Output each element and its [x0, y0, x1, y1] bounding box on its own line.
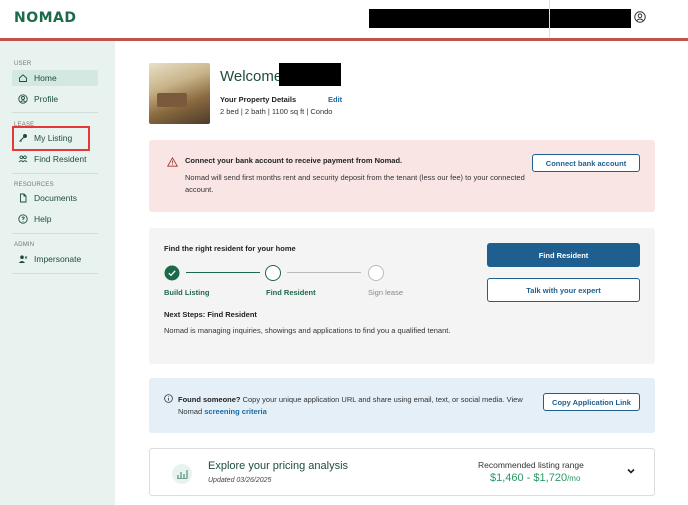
next-steps-title: Next Steps: Find Resident — [164, 310, 257, 319]
talk-with-expert-button[interactable]: Talk with your expert — [487, 278, 640, 302]
sidebar-item-label: Profile — [34, 94, 59, 104]
alert-text: Nomad will send first months rent and se… — [185, 173, 525, 194]
card-title: Find the right resident for your home — [164, 244, 296, 253]
sidebar-item-label: Documents — [34, 193, 77, 203]
sidebar-section-admin: ADMIN — [14, 242, 35, 248]
sidebar-item-documents[interactable]: Documents — [12, 190, 98, 206]
step-complete-check-icon — [164, 265, 180, 281]
sidebar-item-label: Help — [34, 214, 52, 224]
top-bar: NOMAD — [0, 0, 688, 38]
step-label-build-listing: Build Listing — [164, 288, 210, 297]
people-icon — [18, 154, 28, 164]
sidebar-item-find-resident[interactable]: Find Resident — [12, 151, 98, 167]
sidebar-item-impersonate[interactable]: Impersonate — [12, 251, 98, 267]
redacted-name — [279, 63, 341, 86]
nomad-logo[interactable]: NOMAD — [14, 10, 77, 26]
property-details-title: Your Property Details — [220, 95, 297, 104]
step-upcoming-circle — [368, 265, 384, 281]
welcome-heading: Welcome, — [220, 68, 287, 85]
sidebar-divider — [12, 112, 98, 113]
next-steps-text: Nomad is managing inquiries, showings an… — [164, 326, 451, 335]
sidebar-divider — [12, 173, 98, 174]
sidebar-item-home[interactable]: Home — [12, 70, 98, 86]
step-current-circle — [265, 265, 281, 281]
step-label-sign-lease: Sign lease — [368, 288, 404, 297]
profile-icon — [18, 94, 28, 104]
pricing-title: Explore your pricing analysis — [208, 460, 349, 472]
sidebar-item-help[interactable]: Help — [12, 211, 98, 227]
info-text: Found someone? Copy your unique applicat… — [178, 394, 523, 418]
chart-icon — [172, 464, 192, 484]
find-resident-card: Find the right resident for your home Bu… — [149, 228, 655, 364]
info-bold: Found someone? — [178, 395, 241, 404]
step-label-find-resident: Find Resident — [266, 288, 316, 297]
alert-title: Connect your bank account to receive pay… — [185, 156, 403, 165]
redacted-region — [369, 9, 631, 28]
edit-property-link[interactable]: Edit — [328, 95, 342, 104]
sidebar-divider — [12, 233, 98, 234]
user-account-icon[interactable] — [634, 11, 646, 23]
property-photo — [149, 63, 210, 124]
find-resident-button[interactable]: Find Resident — [487, 243, 640, 267]
impersonate-icon — [18, 254, 28, 264]
sidebar-item-label: Impersonate — [34, 254, 82, 264]
help-icon — [18, 214, 28, 224]
found-someone-info: Found someone? Copy your unique applicat… — [149, 378, 655, 433]
sidebar-section-resources: RESOURCES — [14, 182, 54, 188]
sidebar: USER Home Profile LEASE My Listing Find … — [0, 41, 115, 505]
highlight-box — [12, 126, 90, 151]
range-value: $1,460 - $1,720/mo — [490, 472, 580, 484]
sidebar-item-profile[interactable]: Profile — [12, 91, 98, 107]
sidebar-section-user: USER — [14, 61, 32, 67]
screening-criteria-link[interactable]: screening criteria — [204, 407, 267, 416]
step-progress-line — [186, 272, 260, 273]
warning-icon — [167, 157, 178, 167]
pricing-updated-date: Updated 03/26/2025 — [208, 477, 272, 484]
range-amount: $1,460 - $1,720 — [490, 472, 568, 484]
copy-application-link-button[interactable]: Copy Application Link — [543, 393, 640, 411]
home-icon — [18, 73, 28, 83]
info-icon — [164, 394, 173, 403]
range-label: Recommended listing range — [478, 460, 584, 470]
bank-account-alert: Connect your bank account to receive pay… — [149, 140, 655, 212]
connect-bank-account-button[interactable]: Connect bank account — [532, 154, 640, 172]
property-details: 2 bed | 2 bath | 1100 sq ft | Condo — [220, 107, 333, 116]
sidebar-item-label: Home — [34, 73, 57, 83]
sidebar-item-label: Find Resident — [34, 154, 87, 164]
range-unit: /mo — [567, 474, 581, 483]
sidebar-divider — [12, 273, 98, 274]
top-divider — [549, 0, 550, 38]
document-icon — [18, 193, 28, 203]
pricing-analysis-panel[interactable]: Explore your pricing analysis Updated 03… — [149, 448, 655, 496]
chevron-down-icon[interactable] — [626, 467, 636, 475]
step-progress-line — [287, 272, 361, 273]
